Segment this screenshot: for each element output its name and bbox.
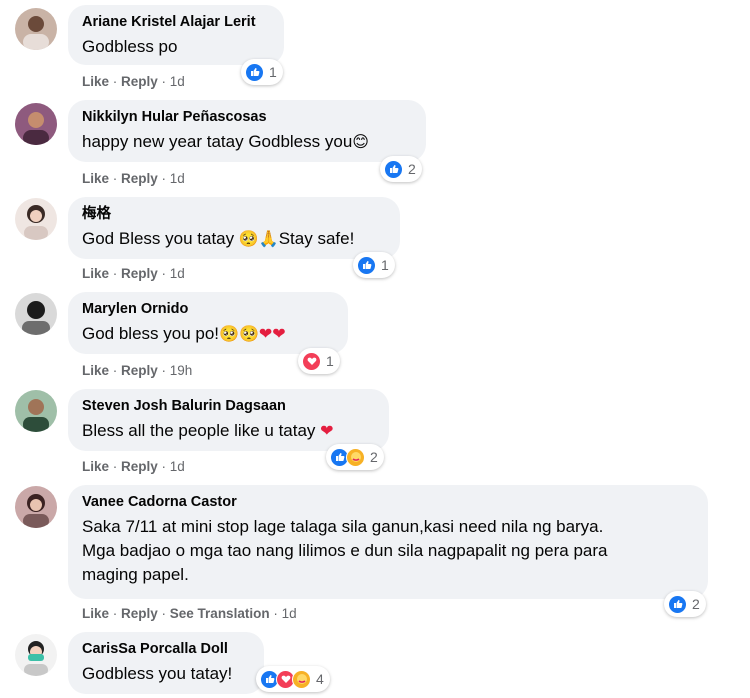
separator: · [109, 74, 122, 89]
comment-bubble: Vanee Cadorna Castor Saka 7/11 at mini s… [68, 485, 708, 599]
separator: · [269, 606, 282, 621]
comment-text: Godbless po [82, 37, 178, 56]
comment-author[interactable]: Marylen Ornido [82, 300, 334, 318]
avatar[interactable] [15, 486, 57, 528]
comment-actions: Like · Reply · 1d [82, 458, 185, 476]
separator: · [157, 266, 170, 281]
like-link[interactable]: Like [82, 171, 109, 186]
comment-bubble: 梅格 God Bless you tatay 🥺🙏Stay safe! [68, 197, 400, 259]
comment-text: happy new year tatay Godbless you😊 [82, 130, 412, 154]
comment-author[interactable]: CarisSa Porcalla Doll [82, 640, 250, 658]
reaction-count: 2 [408, 161, 416, 177]
comment-text-main: God Bless you tatay [82, 229, 239, 248]
reaction-count: 1 [381, 257, 389, 273]
comment-line: Mga badjao o mga tao nang lilimos e dun … [82, 541, 608, 560]
comment-author[interactable]: Nikkilyn Hular Peñascosas [82, 108, 412, 126]
reply-link[interactable]: Reply [121, 171, 158, 186]
comment-author[interactable]: Ariane Kristel Alajar Lerit [82, 13, 270, 31]
separator: · [157, 459, 170, 474]
comment-text: God bless you po!🥺🥺❤❤ [82, 322, 334, 346]
comment-text: Bless all the people like u tatay ❤ [82, 419, 375, 443]
like-icon [245, 62, 264, 82]
emoji: 🥺🥺❤❤ [219, 324, 286, 343]
separator: · [109, 171, 122, 186]
comment-author[interactable]: Vanee Cadorna Castor [82, 493, 694, 511]
like-link[interactable]: Like [82, 363, 109, 378]
reaction-summary[interactable]: 4 [256, 666, 330, 692]
comment-author[interactable]: 梅格 [82, 205, 386, 223]
comment-actions: Like · Reply · 19h [82, 362, 192, 380]
timestamp[interactable]: 1d [170, 74, 185, 89]
comment-actions: Like · Reply · 1d [82, 265, 185, 283]
separator: · [109, 266, 122, 281]
like-icon [668, 594, 687, 614]
reaction-count: 1 [326, 353, 334, 369]
like-icon [357, 255, 376, 275]
separator: · [157, 171, 170, 186]
comment-text-end: Stay safe! [278, 229, 355, 248]
avatar[interactable] [15, 8, 57, 50]
emoji: ❤ [320, 421, 334, 440]
comment-text: Saka 7/11 at mini stop lage talaga sila … [82, 515, 694, 587]
reaction-count: 2 [370, 449, 378, 465]
reaction-summary[interactable]: 2 [380, 156, 422, 182]
timestamp[interactable]: 1d [170, 266, 185, 281]
love-icon [302, 351, 321, 371]
reaction-summary[interactable]: 1 [353, 252, 395, 278]
avatar[interactable] [15, 198, 57, 240]
comment-text: Godbless you tatay! [82, 664, 233, 683]
reaction-summary[interactable]: 1 [241, 59, 283, 85]
comment-bubble: Ariane Kristel Alajar Lerit Godbless po [68, 5, 284, 65]
comment-text-main: happy new year tatay Godbless you [82, 132, 353, 151]
reply-link[interactable]: Reply [121, 74, 158, 89]
comment-text-main: God bless you po! [82, 324, 220, 343]
like-link[interactable]: Like [82, 74, 109, 89]
reaction-count: 1 [269, 64, 277, 80]
separator: · [157, 606, 170, 621]
comment-bubble: Steven Josh Balurin Dagsaan Bless all th… [68, 389, 389, 451]
comment-actions: Like · Reply · 1d [82, 170, 185, 188]
care-icon [292, 669, 311, 689]
timestamp[interactable]: 1d [170, 459, 185, 474]
separator: · [157, 74, 170, 89]
comment-text-main: Bless all the people like u tatay [82, 421, 321, 440]
comment-line: maging papel. [82, 565, 189, 584]
comment-line: Saka 7/11 at mini stop lage talaga sila … [82, 517, 604, 536]
reaction-summary[interactable]: 2 [326, 444, 384, 470]
reply-link[interactable]: Reply [121, 266, 158, 281]
like-link[interactable]: Like [82, 459, 109, 474]
separator: · [157, 363, 170, 378]
avatar[interactable] [15, 634, 57, 676]
comment-bubble: Nikkilyn Hular Peñascosas happy new year… [68, 100, 426, 162]
separator: · [109, 363, 122, 378]
reaction-count: 2 [692, 596, 700, 612]
comment-actions: Like · Reply · See Translation · 1d [82, 605, 297, 623]
reaction-count: 4 [316, 671, 324, 687]
timestamp[interactable]: 19h [170, 363, 193, 378]
timestamp[interactable]: 1d [282, 606, 297, 621]
care-icon [346, 447, 365, 467]
comment-actions: Like · Reply · 1d [82, 73, 185, 91]
separator: · [109, 606, 122, 621]
timestamp[interactable]: 1d [170, 171, 185, 186]
like-icon [384, 159, 403, 179]
like-link[interactable]: Like [82, 606, 109, 621]
emoji: 🥺🙏 [238, 229, 279, 248]
avatar[interactable] [15, 293, 57, 335]
avatar[interactable] [15, 103, 57, 145]
emoji: 😊 [352, 132, 369, 151]
avatar[interactable] [15, 390, 57, 432]
comment-author[interactable]: Steven Josh Balurin Dagsaan [82, 397, 375, 415]
like-link[interactable]: Like [82, 266, 109, 281]
reply-link[interactable]: Reply [121, 606, 158, 621]
reply-link[interactable]: Reply [121, 459, 158, 474]
comment-bubble: CarisSa Porcalla Doll Godbless you tatay… [68, 632, 264, 694]
separator: · [109, 459, 122, 474]
reaction-summary[interactable]: 2 [664, 591, 706, 617]
reply-link[interactable]: Reply [121, 363, 158, 378]
reaction-summary[interactable]: 1 [298, 348, 340, 374]
comment-bubble: Marylen Ornido God bless you po!🥺🥺❤❤ [68, 292, 348, 354]
comment-text: God Bless you tatay 🥺🙏Stay safe! [82, 227, 386, 251]
see-translation-link[interactable]: See Translation [170, 606, 270, 621]
